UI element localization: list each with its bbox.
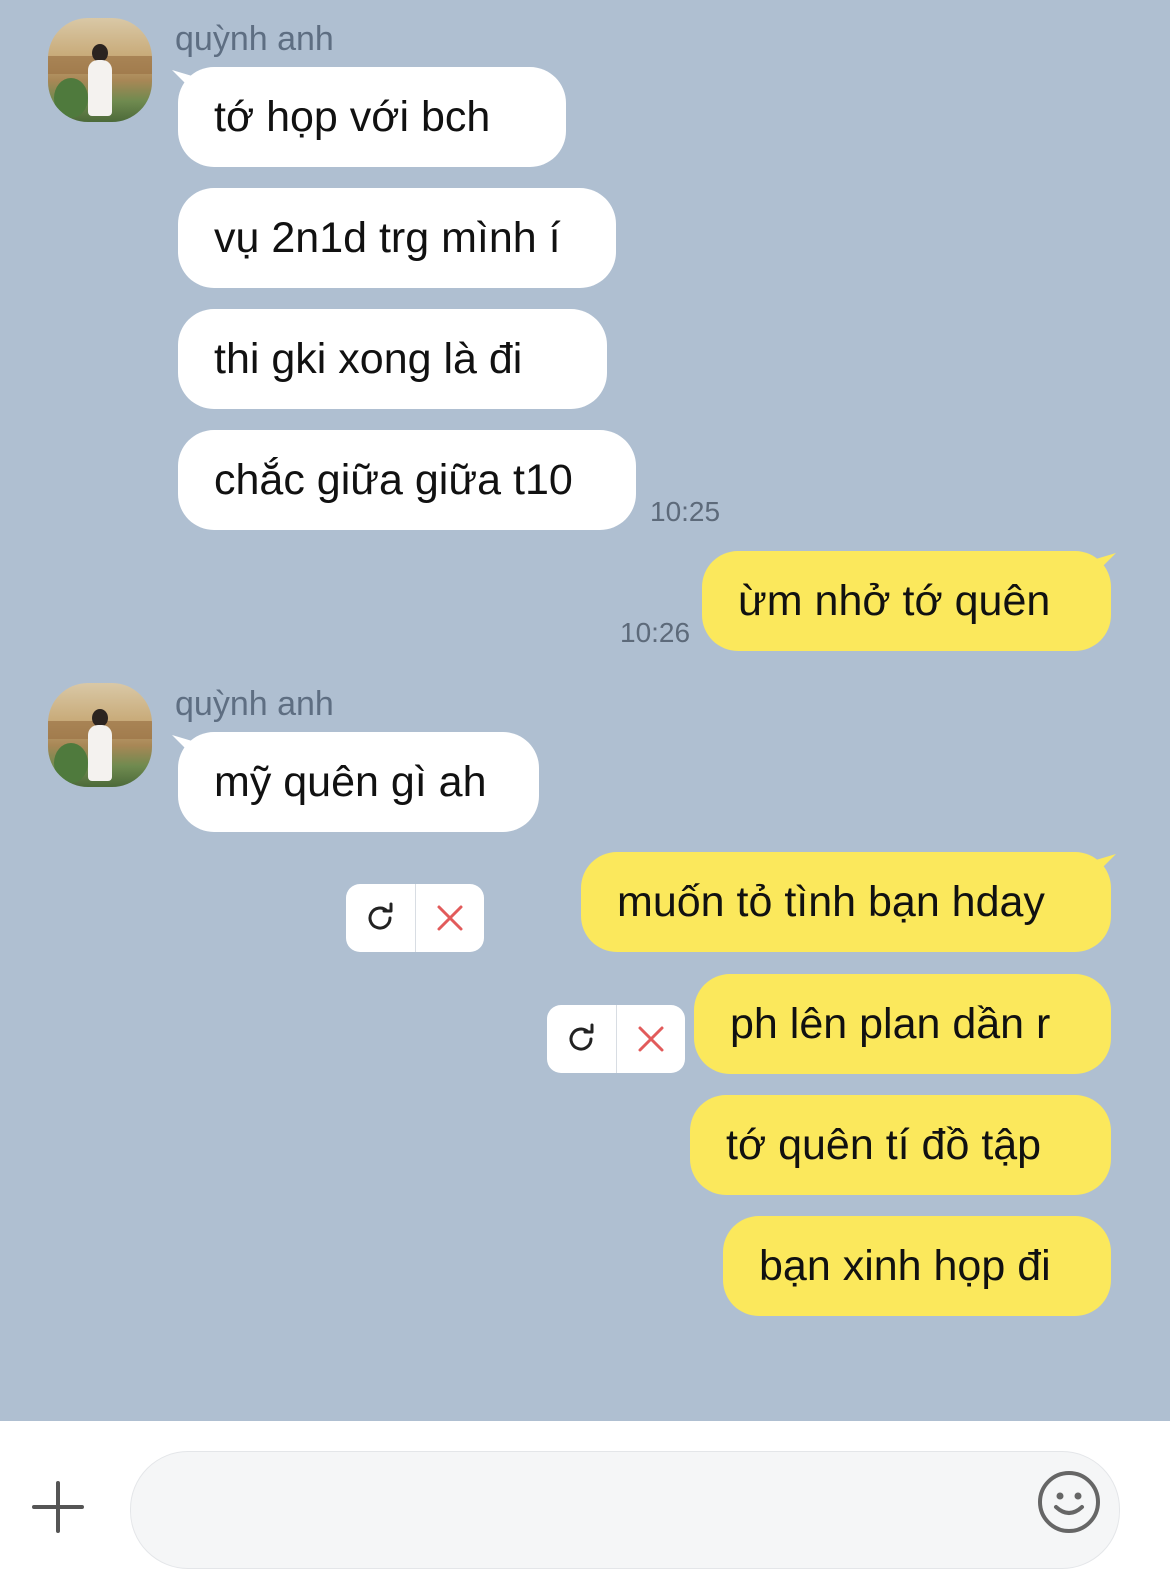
refresh-icon [368, 902, 393, 930]
refresh-icon [569, 1023, 594, 1051]
message-time: 10:25 [650, 496, 721, 527]
contact-avatar[interactable] [48, 18, 152, 122]
message-bubble-outgoing[interactable]: ừm nhở tớ quên [702, 551, 1111, 651]
message-bubble-outgoing[interactable]: bạn xinh họp đi [723, 1216, 1111, 1316]
message-text: ừm nhở tớ quên [738, 577, 1051, 625]
message-bubble-incoming[interactable]: thi gki xong là đi [178, 309, 607, 409]
message-bubble-outgoing[interactable]: muốn tỏ tình bạn hday [581, 852, 1111, 952]
resend-button[interactable] [547, 1005, 616, 1073]
attach-button[interactable] [30, 1479, 86, 1535]
resend-button[interactable] [346, 884, 415, 952]
emoji-icon [1038, 1471, 1100, 1533]
sender-name: quỳnh anh [175, 685, 334, 723]
composer-bar [0, 1421, 1170, 1593]
message-text: chắc giữa giữa t10 [214, 456, 573, 504]
close-icon [437, 905, 463, 931]
message-text: ph lên plan dần r [730, 1000, 1051, 1048]
message-bubble-outgoing[interactable]: ph lên plan dần r [694, 974, 1111, 1074]
failed-message-actions [547, 1005, 685, 1073]
message-bubble-incoming[interactable]: vụ 2n1d trg mình í [178, 188, 616, 288]
chat-area[interactable]: quỳnh anh tớ họp với bch vụ 2n1d trg mìn… [0, 0, 1170, 1445]
close-icon [638, 1026, 664, 1052]
sender-name: quỳnh anh [175, 20, 334, 58]
message-time: 10:26 [620, 617, 691, 648]
message-bubble-incoming[interactable]: chắc giữa giữa t10 [178, 430, 636, 530]
message-text: muốn tỏ tình bạn hday [617, 878, 1045, 926]
delete-button[interactable] [615, 1005, 686, 1073]
message-text: vụ 2n1d trg mình í [214, 214, 561, 262]
message-bubble-incoming[interactable]: tớ họp với bch [178, 67, 566, 167]
message-text: bạn xinh họp đi [759, 1242, 1051, 1290]
message-bubble-incoming[interactable]: mỹ quên gì ah [178, 732, 539, 832]
plus-icon [32, 1481, 84, 1533]
contact-avatar[interactable] [48, 683, 152, 787]
delete-button[interactable] [414, 884, 485, 952]
failed-message-actions [346, 884, 484, 952]
message-text: mỹ quên gì ah [214, 758, 487, 806]
message-text: tớ họp với bch [214, 93, 491, 141]
message-text: thi gki xong là đi [214, 335, 523, 383]
message-input[interactable] [130, 1451, 1120, 1569]
emoji-button[interactable] [1036, 1469, 1102, 1535]
message-text: tớ quên tí đồ tập [726, 1121, 1042, 1169]
message-bubble-outgoing[interactable]: tớ quên tí đồ tập [690, 1095, 1111, 1195]
